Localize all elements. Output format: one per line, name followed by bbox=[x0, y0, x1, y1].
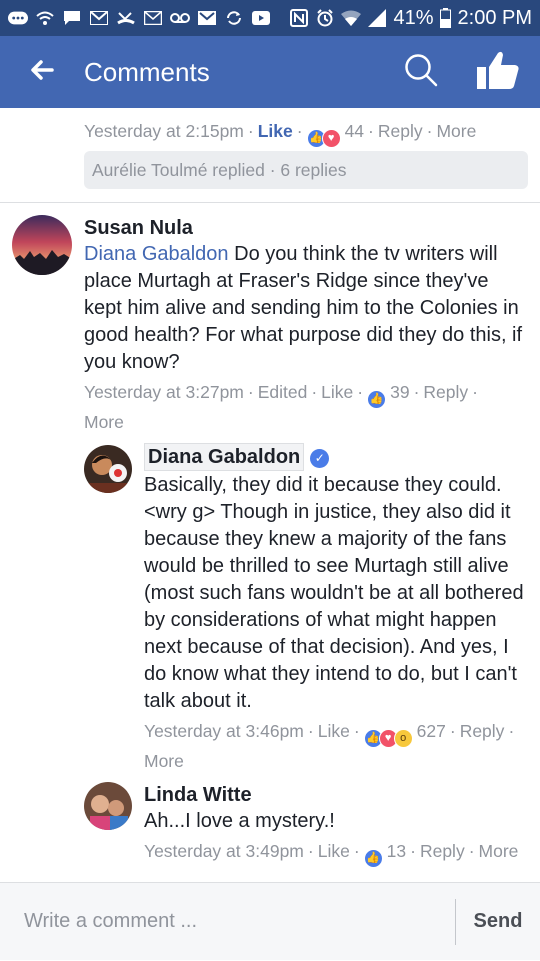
divider bbox=[0, 202, 540, 203]
comment-diana-gabaldon: Diana Gabaldon ✓ Basically, they did it b… bbox=[144, 443, 532, 774]
reaction-count[interactable]: 44 bbox=[345, 121, 364, 141]
mention-tag[interactable]: Diana Gabaldon bbox=[84, 243, 229, 265]
comment-time[interactable]: Yesterday at 3:46pm bbox=[144, 721, 304, 741]
like-link[interactable]: Like bbox=[318, 721, 350, 741]
mail-icon bbox=[143, 10, 163, 26]
reaction-count[interactable]: 39 bbox=[390, 382, 409, 402]
back-button[interactable] bbox=[0, 36, 84, 108]
comment-time[interactable]: Yesterday at 2:15pm bbox=[84, 121, 244, 141]
more-icon bbox=[8, 10, 28, 26]
wifi-call-icon bbox=[35, 10, 55, 26]
comment-meta: Yesterday at 3:27pm · Edited · Like · 👍 39 · Repl… bbox=[84, 382, 478, 432]
chat-icon bbox=[62, 10, 82, 26]
replies-preview[interactable]: Aurélie Toulmé replied · 6 replies bbox=[84, 151, 528, 189]
more-link[interactable]: More bbox=[479, 841, 519, 861]
edited-label[interactable]: Edited bbox=[258, 382, 308, 402]
app-bar: Comments bbox=[0, 36, 540, 108]
back-arrow-icon bbox=[30, 59, 54, 85]
missed-call-icon bbox=[116, 10, 136, 26]
comment-linda-witte: Linda Witte Ah...I love a mystery.! Yest… bbox=[144, 782, 532, 868]
avatar-susan-nula[interactable] bbox=[12, 215, 72, 275]
comment-susan-nula: Susan Nula Diana Gabaldon Do you think t… bbox=[84, 215, 530, 435]
more-link[interactable]: More bbox=[144, 751, 184, 771]
search-button[interactable] bbox=[386, 36, 456, 108]
clock: 2:00 PM bbox=[457, 6, 532, 29]
comment-previous: Yesterday at 2:15pm · Like · 👍 ♥ 44 · Reply · More bbox=[84, 118, 524, 148]
reaction-count[interactable]: 627 bbox=[417, 721, 446, 741]
signal-icon bbox=[367, 9, 387, 27]
reply-link[interactable]: Reply bbox=[460, 721, 505, 741]
voicemail-icon bbox=[170, 10, 190, 26]
more-link[interactable]: More bbox=[436, 121, 476, 141]
comment-author[interactable]: Susan Nula bbox=[84, 215, 530, 241]
love-reaction-icon: ♥ bbox=[321, 128, 341, 148]
reply-link[interactable]: Reply bbox=[420, 841, 465, 861]
notification-icons bbox=[8, 10, 289, 26]
comment-author[interactable]: Linda Witte bbox=[144, 782, 532, 808]
comment-composer: Send bbox=[0, 882, 540, 961]
status-bar: 41% 2:00 PM bbox=[0, 0, 540, 36]
battery-percent: 41% bbox=[393, 6, 434, 29]
sync-icon bbox=[224, 10, 244, 26]
reactions[interactable]: 👍 bbox=[367, 389, 387, 409]
alarm-icon bbox=[315, 9, 335, 27]
reactions[interactable]: 👍 ♥ o bbox=[363, 728, 413, 748]
comment-body: Ah...I love a mystery.! bbox=[144, 810, 335, 832]
comment-meta: Yesterday at 2:15pm · Like · 👍 ♥ 44 · Reply · More bbox=[84, 118, 524, 148]
battery-icon bbox=[440, 8, 452, 28]
comment-meta: Yesterday at 3:46pm · Like · 👍 ♥ o 627 · Reply · Mo… bbox=[144, 721, 515, 771]
avatar-linda-witte[interactable] bbox=[84, 782, 132, 830]
gmail-icon bbox=[197, 10, 217, 26]
avatar-diana-gabaldon[interactable] bbox=[84, 445, 132, 493]
more-link[interactable]: More bbox=[84, 412, 124, 432]
like-reaction-icon: 👍 bbox=[363, 848, 383, 868]
comment-time[interactable]: Yesterday at 3:27pm bbox=[84, 382, 244, 402]
reply-link[interactable]: Reply bbox=[423, 382, 468, 402]
send-button[interactable]: Send bbox=[456, 910, 540, 933]
like-link[interactable]: Like bbox=[318, 841, 350, 861]
like-post-button[interactable] bbox=[456, 36, 540, 108]
youtube-icon bbox=[251, 10, 271, 26]
comment-input[interactable] bbox=[0, 882, 455, 961]
comment-time[interactable]: Yesterday at 3:49pm bbox=[144, 841, 304, 861]
wifi-icon bbox=[341, 10, 362, 26]
comment-author[interactable]: Diana Gabaldon bbox=[144, 443, 305, 471]
like-link[interactable]: Like bbox=[321, 382, 353, 402]
comment-body: Basically, they did it because they coul… bbox=[144, 474, 524, 712]
gmail-icon bbox=[89, 10, 109, 26]
verified-badge-icon: ✓ bbox=[310, 448, 330, 468]
comments-list[interactable]: Yesterday at 2:15pm · Like · 👍 ♥ 44 · Reply · More… bbox=[0, 108, 540, 882]
comment-meta: Yesterday at 3:49pm · Like · 👍 13 · Reply · More bbox=[144, 838, 532, 868]
reply-link[interactable]: Reply bbox=[378, 121, 423, 141]
reactions[interactable]: 👍 ♥ bbox=[306, 128, 341, 148]
like-reaction-icon: 👍 bbox=[367, 389, 387, 409]
like-thumb-icon bbox=[476, 50, 520, 95]
system-icons: 41% 2:00 PM bbox=[289, 7, 532, 30]
comment-text: Diana Gabaldon Do you think the tv write… bbox=[84, 241, 530, 376]
search-icon bbox=[403, 52, 439, 93]
reactions[interactable]: 👍 bbox=[363, 848, 383, 868]
like-link[interactable]: Like bbox=[258, 121, 293, 141]
nfc-icon bbox=[289, 9, 309, 27]
wow-reaction-icon: o bbox=[393, 728, 413, 748]
page-title: Comments bbox=[84, 56, 210, 87]
reaction-count[interactable]: 13 bbox=[387, 841, 406, 861]
